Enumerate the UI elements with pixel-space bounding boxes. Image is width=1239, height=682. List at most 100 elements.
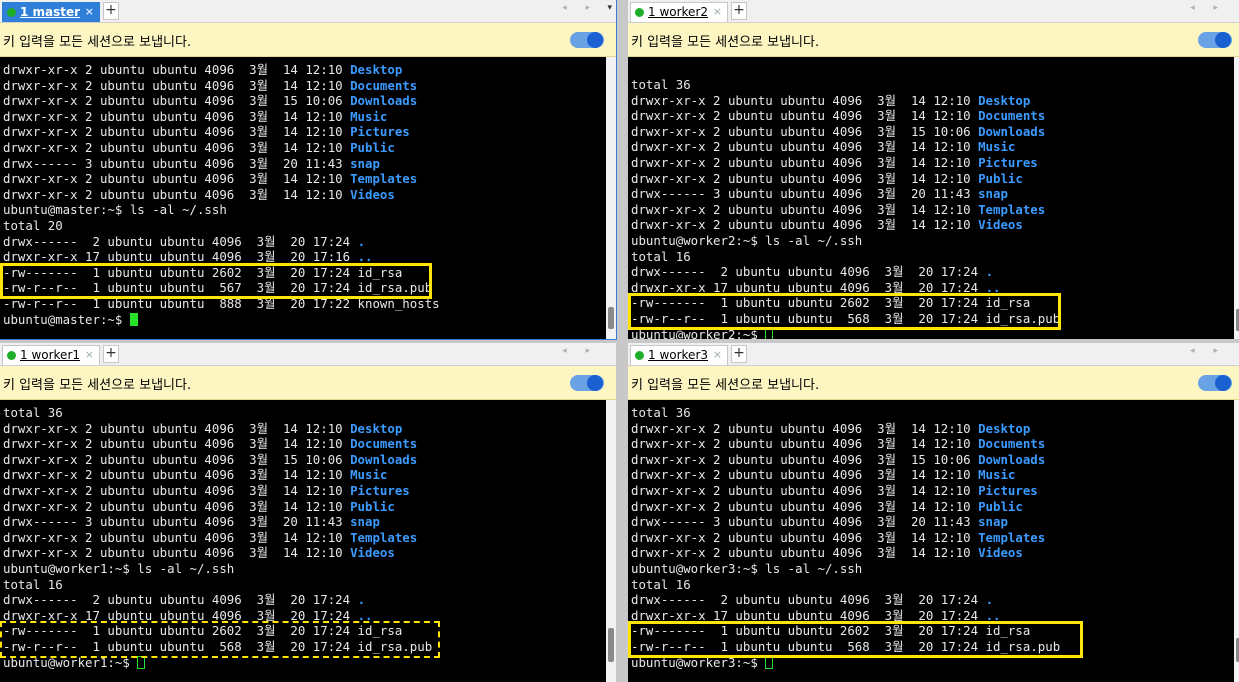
line-text: drwxr-xr-x 2 ubuntu ubuntu 4096 3월 14 12… — [631, 420, 979, 436]
line-text: drwxr-xr-x 2 ubuntu ubuntu 4096 3월 14 12… — [3, 436, 351, 452]
line-text: ubuntu@worker3:~$ ls -al ~/.ssh — [631, 561, 863, 576]
broadcast-text: 키 입력을 모든 세션으로 보냅니다. — [631, 35, 820, 50]
terminal-line: total 20 — [3, 218, 63, 234]
line-text: drwx------ 2 ubuntu ubuntu 4096 3월 20 17… — [631, 592, 986, 608]
terminal-line: drwxr-xr-x 2 ubuntu ubuntu 4096 3월 14 12… — [631, 530, 1045, 546]
terminal-line: drwxr-xr-x 2 ubuntu ubuntu 4096 3월 14 12… — [631, 202, 1045, 218]
tab-list-dropdown[interactable]: ▾ — [607, 3, 612, 13]
tab-scroll-arrows[interactable]: ◂ ▸ — [562, 346, 598, 356]
line-text: ubuntu@master:~$ — [3, 311, 130, 327]
vertical-scrollbar[interactable] — [606, 57, 616, 339]
line-text: ubuntu@worker1:~$ ls -al ~/.ssh — [3, 561, 235, 576]
terminal-output[interactable]: total 36 drwxr-xr-x 2 ubuntu ubuntu 4096 … — [628, 400, 1234, 682]
line-text: drwxr-xr-x 2 ubuntu ubuntu 4096 3월 14 12… — [631, 545, 979, 561]
directory-name: Desktop — [350, 62, 403, 77]
broadcast-toggle[interactable] — [1198, 375, 1232, 391]
line-text: drwxr-xr-x 2 ubuntu ubuntu 4096 3월 14 12… — [631, 467, 979, 483]
terminal-output[interactable]: drwxr-xr-x 2 ubuntu ubuntu 4096 3월 14 12… — [0, 57, 606, 339]
close-tab-icon[interactable]: × — [85, 3, 94, 21]
terminal-line: drwxr-xr-x 2 ubuntu ubuntu 4096 3월 14 12… — [631, 217, 1023, 233]
line-text: drwx------ 3 ubuntu ubuntu 4096 3월 20 11… — [631, 186, 979, 202]
line-text: drwxr-xr-x 2 ubuntu ubuntu 4096 3월 14 12… — [3, 545, 351, 561]
directory-name: Documents — [350, 436, 418, 452]
line-text: drwxr-xr-x 2 ubuntu ubuntu 4096 3월 14 12… — [3, 108, 351, 124]
line-text: drwxr-xr-x 2 ubuntu ubuntu 4096 3월 14 12… — [631, 108, 979, 124]
broadcast-toggle[interactable] — [570, 375, 604, 391]
close-tab-icon[interactable]: × — [713, 3, 722, 21]
tab-bar: 1 worker3 × + ◂ ▸ — [628, 343, 1239, 366]
session-tab[interactable]: 1 master × — [2, 2, 100, 22]
terminal-line: total 36 — [3, 405, 63, 421]
broadcast-toggle[interactable] — [570, 32, 604, 48]
terminal-output[interactable]: total 36 drwxr-xr-x 2 ubuntu ubuntu 4096 … — [628, 57, 1234, 339]
directory-name: Public — [978, 498, 1023, 514]
terminal-line: drwxr-xr-x 2 ubuntu ubuntu 4096 3월 14 12… — [631, 171, 1023, 187]
line-text: drwxr-xr-x 2 ubuntu ubuntu 4096 3월 14 12… — [631, 483, 979, 498]
terminal-output[interactable]: total 36 drwxr-xr-x 2 ubuntu ubuntu 4096 … — [0, 400, 606, 682]
line-text: drwxr-xr-x 2 ubuntu ubuntu 4096 3월 14 12… — [631, 92, 979, 108]
line-text: drwx------ 3 ubuntu ubuntu 4096 3월 20 11… — [3, 514, 351, 530]
line-text: drwxr-xr-x 2 ubuntu ubuntu 4096 3월 15 10… — [631, 123, 979, 139]
terminal-line: drwx------ 3 ubuntu ubuntu 4096 3월 20 11… — [631, 514, 1008, 530]
session-pane-worker1[interactable]: 1 worker1 × + ◂ ▸ 키 입력을 모든 세션으로 보냅니다. total 3… — [0, 343, 616, 682]
directory-name: . — [985, 592, 994, 608]
close-tab-icon[interactable]: × — [713, 346, 722, 364]
line-text: drwx------ 3 ubuntu ubuntu 4096 3월 20 11… — [631, 514, 979, 530]
scrollbar-thumb[interactable] — [608, 628, 614, 662]
new-tab-button[interactable]: + — [103, 2, 119, 20]
directory-name: Videos — [978, 217, 1023, 233]
terminal-line: drwxr-xr-x 2 ubuntu ubuntu 4096 3월 14 12… — [3, 78, 417, 94]
terminal-line: drwxr-xr-x 2 ubuntu ubuntu 4096 3월 15 10… — [3, 452, 417, 468]
session-pane-worker3[interactable]: 1 worker3 × + ◂ ▸ 키 입력을 모든 세션으로 보냅니다. total 3… — [628, 343, 1239, 682]
line-text: drwxr-xr-x 2 ubuntu ubuntu 4096 3월 14 12… — [631, 170, 979, 186]
directory-name: Templates — [350, 529, 418, 545]
terminal-line: drwxr-xr-x 2 ubuntu ubuntu 4096 3월 14 12… — [631, 421, 1030, 437]
terminal-line: drwxr-xr-x 2 ubuntu ubuntu 4096 3월 14 12… — [631, 545, 1023, 561]
terminal-line: total 36 — [631, 405, 691, 421]
close-tab-icon[interactable]: × — [85, 346, 94, 364]
session-tab-label: 1 worker3 — [648, 348, 709, 362]
session-tab[interactable]: 1 worker2 × — [630, 2, 728, 22]
session-pane-master[interactable]: 1 master × + ◂ ▸ ▾ 키 입력을 모든 세션으로 보냅니다. drwxr-x… — [0, 0, 617, 340]
directory-name: Templates — [978, 529, 1046, 545]
terminal-line: total 16 — [3, 577, 63, 593]
tab-scroll-arrows[interactable]: ◂ ▸ — [1190, 346, 1226, 356]
new-tab-button[interactable]: + — [731, 345, 747, 363]
session-tab-label: 1 master — [20, 5, 81, 19]
connection-status-icon — [635, 351, 644, 360]
new-tab-button[interactable]: + — [103, 345, 119, 363]
new-tab-button[interactable]: + — [731, 2, 747, 20]
session-pane-worker2[interactable]: 1 worker2 × + ◂ ▸ 키 입력을 모든 세션으로 보냅니다. total 3… — [628, 0, 1239, 339]
toggle-knob — [1215, 375, 1231, 391]
directory-name: Music — [350, 467, 388, 483]
tab-scroll-arrows[interactable]: ◂ ▸ — [1190, 3, 1226, 13]
terminal-line: drwxr-xr-x 2 ubuntu ubuntu 4096 3월 14 12… — [3, 545, 395, 561]
broadcast-toggle[interactable] — [1198, 32, 1232, 48]
vertical-scrollbar[interactable] — [1234, 57, 1239, 339]
directory-name: Desktop — [978, 420, 1031, 436]
terminal-line: total 36 — [631, 77, 691, 93]
tab-bar: 1 worker1 × + ◂ ▸ — [0, 343, 616, 366]
session-tab[interactable]: 1 worker1 × — [2, 345, 100, 365]
terminal-line: drwxr-xr-x 2 ubuntu ubuntu 4096 3월 14 12… — [631, 483, 1038, 499]
scrollbar-thumb[interactable] — [608, 307, 614, 329]
tab-bar: 1 worker2 × + ◂ ▸ — [628, 0, 1239, 23]
vertical-scrollbar[interactable] — [606, 400, 616, 682]
line-text: drwxr-xr-x 2 ubuntu ubuntu 4096 3월 14 12… — [3, 529, 351, 545]
session-tab-label: 1 worker2 — [648, 5, 709, 19]
session-tab[interactable]: 1 worker3 × — [630, 345, 728, 365]
terminal-line: drwxr-xr-x 2 ubuntu ubuntu 4096 3월 14 12… — [3, 187, 395, 203]
broadcast-text: 키 입력을 모든 세션으로 보냅니다. — [631, 378, 820, 393]
line-text: drwxr-xr-x 2 ubuntu ubuntu 4096 3월 14 12… — [631, 498, 979, 514]
connection-status-icon — [7, 8, 16, 17]
directory-name: Pictures — [350, 483, 410, 498]
tab-scroll-arrows[interactable]: ◂ ▸ — [562, 3, 598, 13]
terminal-line: drwxr-xr-x 2 ubuntu ubuntu 4096 3월 15 10… — [631, 124, 1045, 140]
broadcast-bar: 키 입력을 모든 세션으로 보냅니다. — [0, 366, 616, 400]
vertical-scrollbar[interactable] — [1234, 400, 1239, 682]
directory-name: Music — [350, 108, 388, 124]
highlight-box — [0, 262, 432, 299]
directory-name: Downloads — [978, 451, 1046, 467]
terminal-line: drwxr-xr-x 2 ubuntu ubuntu 4096 3월 14 12… — [3, 483, 410, 499]
line-text: drwxr-xr-x 2 ubuntu ubuntu 4096 3월 14 12… — [631, 436, 979, 452]
